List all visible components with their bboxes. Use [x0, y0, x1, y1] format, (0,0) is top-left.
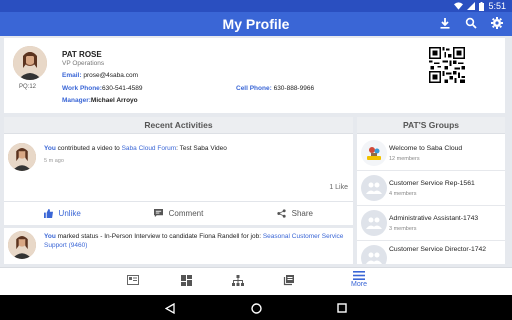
- group-name: Administrative Assistant-1743: [389, 215, 479, 222]
- nav-org-chart-icon[interactable]: [231, 274, 245, 286]
- menu-icon: [353, 271, 365, 280]
- activity-object: : Test Saba Video: [176, 145, 227, 152]
- email-label: Email:: [62, 72, 82, 79]
- activity-text: You contributed a video to Saba Cloud Fo…: [44, 145, 344, 152]
- profile-name: PAT ROSE: [62, 50, 102, 59]
- search-icon[interactable]: [464, 16, 478, 30]
- nav-library-icon[interactable]: [281, 274, 295, 286]
- group-item[interactable]: Customer Service Rep-1561 4 members: [357, 172, 505, 206]
- group-name: Customer Service Rep-1561: [389, 180, 475, 187]
- status-time: 5:51: [488, 1, 506, 11]
- status-bar: 5:51: [0, 0, 512, 12]
- groups-header: PAT'S Groups: [357, 117, 505, 134]
- manager-value[interactable]: Michael Arroyo: [91, 97, 138, 104]
- cell-phone-value[interactable]: 630-888-9966: [274, 85, 314, 92]
- group-people-icon: [361, 175, 387, 201]
- wifi-icon: [454, 2, 464, 10]
- bottom-navigation: More: [0, 267, 512, 295]
- group-name: Customer Service Director-1742: [389, 246, 487, 253]
- activity-time: 5 m ago: [44, 158, 64, 164]
- download-icon[interactable]: [438, 16, 452, 30]
- qr-code-icon: [429, 47, 465, 83]
- comment-label: Comment: [168, 209, 204, 218]
- group-item[interactable]: Welcome to Saba Cloud 12 members: [357, 137, 505, 171]
- work-phone-value[interactable]: 630-541-4589: [102, 85, 142, 92]
- unlike-label: Unlike: [58, 209, 81, 218]
- nav-more-label: More: [351, 281, 367, 288]
- system-nav-bar: [0, 295, 512, 320]
- share-icon: [277, 209, 286, 218]
- like-count[interactable]: 1 Like: [329, 184, 348, 191]
- cell-phone-row: Cell Phone: 630-888-9966: [236, 85, 314, 92]
- group-members: 12 members: [389, 156, 420, 162]
- activity-action-bar: Unlike Comment Share: [4, 202, 353, 225]
- recent-activities-panel: Recent Activities You contributed a vide…: [4, 117, 353, 225]
- activity-verb: marked status - In-Person Interview to c…: [57, 233, 262, 240]
- profile-title: VP Operations: [62, 60, 105, 67]
- group-members: 4 members: [389, 191, 417, 197]
- gear-icon[interactable]: [490, 16, 504, 30]
- group-item[interactable]: Administrative Assistant-1743 3 members: [357, 207, 505, 241]
- recent-activities-header: Recent Activities: [4, 117, 353, 134]
- unlike-button[interactable]: Unlike: [4, 202, 120, 225]
- group-item[interactable]: Customer Service Director-1742: [357, 242, 505, 264]
- work-phone-label: Work Phone:: [62, 85, 102, 92]
- comment-button[interactable]: Comment: [120, 202, 236, 225]
- group-people-icon: [361, 245, 387, 264]
- activity-verb: contributed a video to: [57, 145, 120, 152]
- nav-profile-card-icon[interactable]: [126, 274, 140, 286]
- email-value[interactable]: prose@4saba.com: [83, 72, 138, 79]
- page-title: My Profile: [222, 16, 290, 32]
- nav-dashboard-icon[interactable]: [179, 274, 193, 286]
- pq-badge: PQ:12: [19, 84, 37, 90]
- signal-icon: [467, 2, 476, 10]
- group-people-icon: [361, 210, 387, 236]
- activity-item: You marked status - In-Person Interview …: [4, 228, 353, 264]
- avatar[interactable]: [13, 46, 47, 80]
- home-icon[interactable]: [249, 301, 263, 315]
- thumbs-up-icon: [43, 209, 53, 218]
- cell-phone-label: Cell Phone:: [236, 85, 272, 92]
- groups-panel: PAT'S Groups Welcome to Saba Cloud 12 me…: [357, 117, 505, 264]
- manager-label: Manager:: [62, 97, 91, 104]
- group-name: Welcome to Saba Cloud: [389, 145, 463, 152]
- work-phone-row: Work Phone:630-541-4589: [62, 85, 142, 92]
- activity-actor[interactable]: You: [44, 233, 56, 240]
- recents-icon[interactable]: [335, 301, 349, 315]
- group-members: 3 members: [389, 226, 417, 232]
- battery-icon: [479, 1, 485, 11]
- activity-avatar[interactable]: [8, 231, 36, 259]
- activity-target-link[interactable]: Saba Cloud Forum: [122, 145, 177, 152]
- share-label: Share: [291, 209, 313, 218]
- activity-text: You marked status - In-Person Interview …: [44, 232, 344, 250]
- saba-logo-icon: [361, 140, 387, 166]
- nav-more[interactable]: More: [344, 271, 374, 288]
- activity-avatar[interactable]: [8, 143, 36, 171]
- back-icon[interactable]: [163, 301, 177, 315]
- share-button[interactable]: Share: [237, 202, 353, 225]
- app-bar: My Profile: [0, 12, 512, 36]
- activity-actor[interactable]: You: [44, 145, 56, 152]
- comment-icon: [153, 209, 163, 218]
- manager-row: Manager:Michael Arroyo: [62, 97, 138, 104]
- profile-card: PQ:12 PAT ROSE VP Operations Email: pros…: [4, 38, 505, 113]
- email-row: Email: prose@4saba.com: [62, 72, 138, 79]
